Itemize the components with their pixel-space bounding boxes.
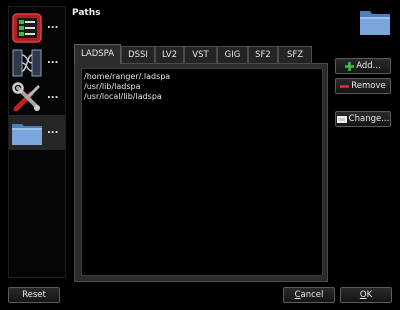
path-list[interactable]: /home/ranger/.ladspa /usr/lib/ladspa /us… <box>81 68 323 276</box>
tab-sf2[interactable]: SF2 <box>248 46 278 64</box>
change-button[interactable]: Change... <box>335 111 391 127</box>
reset-button[interactable]: Reset <box>8 287 60 303</box>
folder-icon <box>12 124 42 145</box>
wiring-icon <box>12 49 42 77</box>
list-item[interactable]: /home/ranger/.ladspa <box>84 72 320 82</box>
page-title: Paths <box>72 8 101 18</box>
sidebar-item-more: ... <box>47 125 59 136</box>
sidebar-item-more: ... <box>47 90 59 101</box>
add-button[interactable]: Add... <box>335 58 391 74</box>
tab-lv2[interactable]: LV2 <box>155 46 184 64</box>
rename-icon <box>336 115 347 123</box>
remove-button[interactable]: Remove <box>335 78 391 94</box>
folder-icon <box>360 11 390 35</box>
tab-panel: /home/ranger/.ladspa /usr/lib/ladspa /us… <box>74 63 328 282</box>
cancel-button[interactable]: Cancel <box>283 287 335 303</box>
sidebar-item-tools[interactable]: ... <box>9 80 65 115</box>
plugin-settings-icon <box>12 13 42 43</box>
plus-icon <box>345 61 355 71</box>
sidebar-item-paths[interactable]: ... <box>9 115 65 150</box>
list-item[interactable]: /usr/local/lib/ladspa <box>84 92 320 102</box>
sidebar-item-plugins[interactable]: ... <box>9 10 65 45</box>
list-item[interactable]: /usr/lib/ladspa <box>84 82 320 92</box>
tools-icon <box>12 82 40 112</box>
minus-icon <box>340 84 350 88</box>
tab-vst[interactable]: VST <box>184 46 217 64</box>
ok-button[interactable]: OK <box>340 287 392 303</box>
category-sidebar: ... ... ... ... <box>8 6 66 278</box>
sidebar-item-more: ... <box>47 20 59 31</box>
tab-dssi[interactable]: DSSI <box>121 46 155 64</box>
tab-gig[interactable]: GIG <box>217 46 248 64</box>
tab-sfz[interactable]: SFZ <box>278 46 312 64</box>
sidebar-item-more: ... <box>47 55 59 66</box>
sidebar-item-wiring[interactable]: ... <box>9 45 65 80</box>
tab-ladspa[interactable]: LADSPA <box>74 44 121 64</box>
